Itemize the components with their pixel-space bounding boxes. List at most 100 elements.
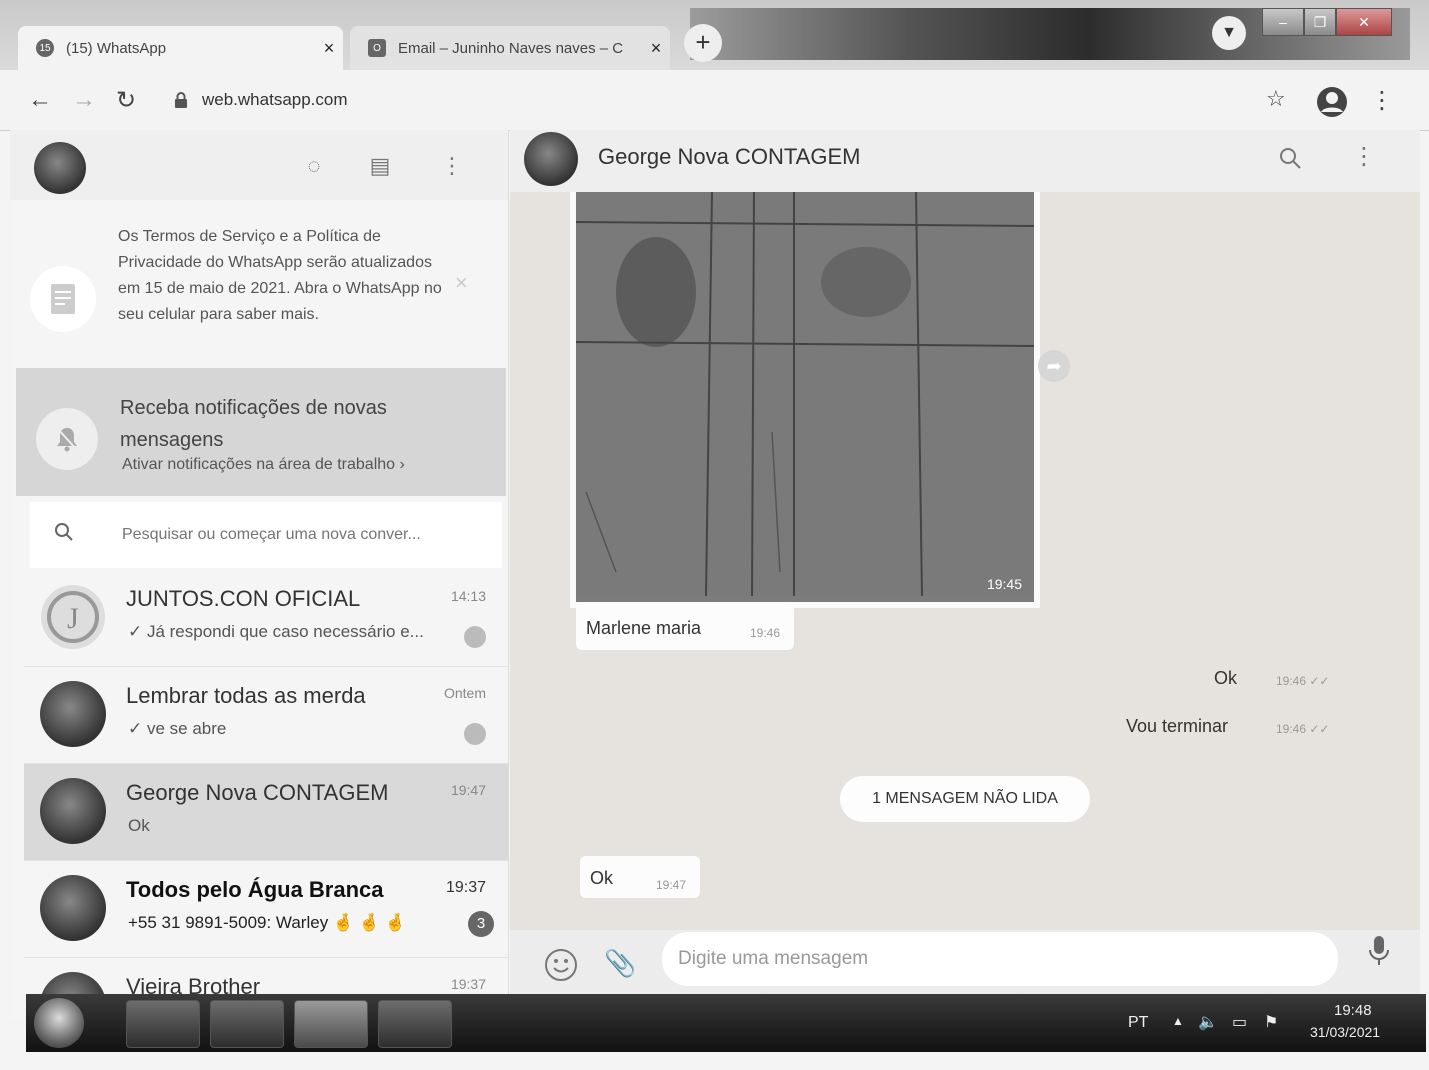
avatar bbox=[40, 875, 106, 941]
back-arrow-icon[interactable]: ← bbox=[28, 86, 52, 114]
word-icon[interactable] bbox=[378, 1000, 452, 1048]
volume-icon[interactable]: 🔈 bbox=[1198, 1012, 1218, 1032]
chat-item-george[interactable]: George Nova CONTAGEM Ok 19:47 bbox=[24, 764, 508, 861]
url-text: web.whatsapp.com bbox=[202, 90, 348, 109]
forward-icon[interactable]: ➦ bbox=[1038, 350, 1070, 382]
chat-time: 19:37 bbox=[445, 879, 486, 896]
chat-time: 19:37 bbox=[450, 976, 486, 992]
chat-list-pane: ◌ ▤ ⋮ Os Termos de Serviço e a Política … bbox=[10, 130, 509, 1020]
chat-name: Lembrar todas as merda bbox=[126, 683, 366, 708]
menu-icon[interactable]: ⋮ bbox=[438, 152, 466, 180]
tray-expand-icon[interactable]: ▲ bbox=[1172, 1014, 1184, 1028]
message-bubble-out: Ok 19:46 ✓✓ bbox=[1110, 662, 1350, 702]
enable-notifications-link[interactable]: Ativar notificações na área de trabalho … bbox=[122, 456, 405, 474]
start-button[interactable] bbox=[34, 998, 84, 1048]
attach-icon[interactable]: 📎 bbox=[604, 948, 636, 979]
tab-close-icon[interactable]: × bbox=[315, 38, 343, 59]
message-text: Ok bbox=[1214, 668, 1238, 688]
chat-preview: +55 31 9891-5009: Warley 🤞 🤞 🤞 bbox=[128, 913, 406, 932]
tos-text: Os Termos de Serviço e a Política de Pri… bbox=[118, 228, 442, 323]
chrome-icon[interactable] bbox=[294, 1000, 368, 1048]
minimize-button[interactable]: – bbox=[1262, 8, 1304, 36]
avatar bbox=[40, 681, 106, 747]
search-box bbox=[30, 502, 502, 568]
message-bubble-out: Vou terminar 19:46 ✓✓ bbox=[1110, 710, 1350, 750]
message-bubble-in: Ok 19:47 bbox=[580, 856, 700, 898]
new-tab-button[interactable]: + bbox=[684, 24, 722, 62]
message-time: 19:46 ✓✓ bbox=[1276, 674, 1330, 688]
microphone-icon[interactable] bbox=[1368, 934, 1390, 973]
contact-avatar[interactable] bbox=[524, 132, 578, 186]
tos-banner: Os Termos de Serviço e a Política de Pri… bbox=[10, 210, 508, 370]
message-input[interactable]: Digite uma mensagem bbox=[662, 932, 1338, 986]
browser-menu-icon[interactable]: ⋮ bbox=[1370, 86, 1394, 115]
new-chat-icon[interactable]: ▤ bbox=[366, 152, 394, 180]
chat-time: 14:13 bbox=[450, 588, 486, 604]
chat-item-lembrar[interactable]: Lembrar todas as merda ✓ ve se abre Onte… bbox=[24, 667, 508, 764]
chat-name: George Nova CONTAGEM bbox=[126, 780, 389, 805]
image-message[interactable]: 19:45 bbox=[570, 192, 1040, 608]
action-center-flag-icon[interactable]: ⚑ bbox=[1264, 1012, 1278, 1032]
search-icon[interactable] bbox=[1278, 146, 1302, 175]
search-icon bbox=[54, 522, 74, 548]
menu-icon[interactable]: ⋮ bbox=[1352, 142, 1376, 171]
unread-badge: 3 bbox=[468, 911, 494, 937]
message-time: 19:47 bbox=[656, 878, 687, 892]
reload-icon[interactable]: ↻ bbox=[116, 86, 136, 115]
network-icon[interactable]: ▭ bbox=[1232, 1012, 1247, 1032]
bookmark-star-icon[interactable]: ☆ bbox=[1266, 86, 1286, 112]
close-window-button[interactable]: ✕ bbox=[1336, 8, 1392, 36]
tab-title: (15) WhatsApp bbox=[66, 39, 167, 57]
document-icon bbox=[30, 266, 96, 332]
message-time: 19:45 bbox=[986, 576, 1022, 592]
message-text: Marlene maria bbox=[586, 618, 702, 638]
clock-date[interactable]: 31/03/2021 bbox=[1310, 1024, 1380, 1040]
address-bar-row: ← → ↻ web.whatsapp.com ☆ ⋮ bbox=[0, 70, 1429, 131]
outlook-favicon-icon: O bbox=[368, 39, 386, 57]
taskbar: PT ▲ 🔈 ▭ ⚑ 19:48 31/03/2021 bbox=[26, 994, 1426, 1052]
conversation-header[interactable]: George Nova CONTAGEM ⋮ bbox=[510, 130, 1420, 192]
language-indicator[interactable]: PT bbox=[1128, 1014, 1148, 1032]
chat-time: Ontem bbox=[443, 685, 486, 701]
composer: 📎 Digite uma mensagem bbox=[510, 930, 1420, 1004]
chat-name: Todos pelo Água Branca bbox=[126, 877, 384, 902]
chat-preview: Ok bbox=[128, 816, 150, 835]
search-input[interactable] bbox=[120, 516, 484, 554]
svg-text:J: J bbox=[67, 602, 79, 635]
message-placeholder: Digite uma mensagem bbox=[678, 948, 869, 969]
notif-title: Receba notificações de novas mensagens bbox=[120, 397, 387, 451]
chat-preview: ✓ ve se abre bbox=[128, 719, 227, 738]
conversation-pane: George Nova CONTAGEM ⋮ 19:45 ➦ Marlene m… bbox=[510, 130, 1420, 1020]
tab-email[interactable]: O Email – Juninho Naves naves – C × bbox=[350, 26, 670, 70]
omnibox[interactable]: web.whatsapp.com bbox=[160, 82, 1300, 118]
tab-title: Email – Juninho Naves naves – C bbox=[398, 39, 624, 57]
clock-time[interactable]: 19:48 bbox=[1334, 1002, 1372, 1019]
my-avatar[interactable] bbox=[34, 142, 86, 194]
emoji-icon[interactable] bbox=[544, 948, 578, 987]
forward-arrow-icon[interactable]: → bbox=[72, 86, 96, 114]
message-text: Vou terminar bbox=[1126, 716, 1229, 736]
file-explorer-icon[interactable] bbox=[126, 1000, 200, 1048]
media-player-icon[interactable] bbox=[210, 1000, 284, 1048]
tab-whatsapp[interactable]: 15 (15) WhatsApp × bbox=[18, 26, 343, 70]
tab-search-icon[interactable]: ▼ bbox=[1212, 16, 1246, 50]
avatar: J bbox=[40, 584, 106, 650]
sidebar-header: ◌ ▤ ⋮ bbox=[10, 130, 508, 200]
profile-icon[interactable] bbox=[1316, 86, 1348, 125]
bell-off-icon bbox=[36, 408, 98, 470]
muted-icon bbox=[464, 626, 486, 648]
tab-close-icon[interactable]: × bbox=[642, 38, 670, 59]
chat-item-juntos[interactable]: J JUNTOS.CON OFICIAL ✓ Já respondi que c… bbox=[24, 570, 508, 667]
lock-icon bbox=[174, 92, 188, 108]
close-icon[interactable]: × bbox=[455, 270, 468, 296]
notification-banner[interactable]: Receba notificações de novas mensagens A… bbox=[16, 368, 506, 496]
avatar bbox=[40, 778, 106, 844]
unread-divider: 1 MENSAGEM NÃO LIDA bbox=[840, 776, 1090, 822]
message-time: 19:46 ✓✓ bbox=[1276, 722, 1330, 736]
maximize-button[interactable]: ❐ bbox=[1304, 8, 1336, 36]
message-bubble-in: Marlene maria 19:46 bbox=[576, 604, 794, 650]
status-icon[interactable]: ◌ bbox=[300, 152, 328, 180]
message-text: Ok bbox=[590, 868, 614, 888]
chat-item-todos[interactable]: Todos pelo Água Branca +55 31 9891-5009:… bbox=[24, 861, 508, 958]
browser-tab-bar: 15 (15) WhatsApp × O Email – Juninho Nav… bbox=[0, 0, 1429, 70]
